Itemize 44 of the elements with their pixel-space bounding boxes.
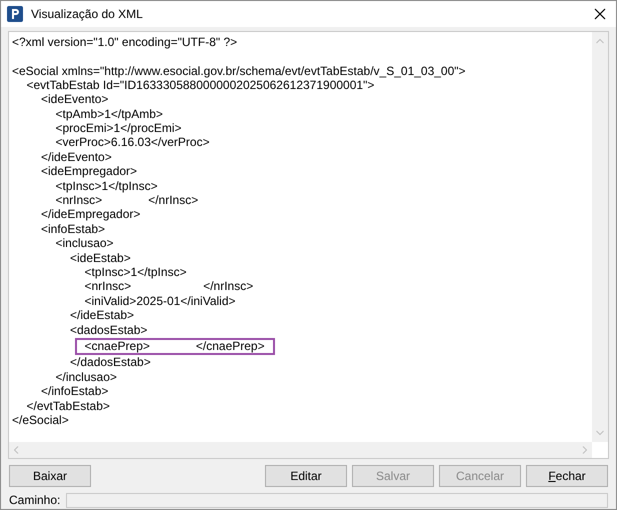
path-label: Caminho: [9, 492, 60, 509]
xml-close-tag: </infoEstab> [41, 384, 108, 400]
xml-open-tag: <inclusao> [56, 236, 114, 252]
xml-open-tag: <evtTabEstab Id="ID1633305880000002025062612371900001"> [26, 78, 374, 93]
xml-close-tag: </nrInsc> [203, 279, 254, 294]
xml-open-tag: <infoEstab> [41, 222, 106, 237]
vertical-scrollbar[interactable] [592, 32, 608, 442]
xml-text-area[interactable] [8, 31, 609, 459]
horizontal-scrollbar[interactable] [9, 442, 592, 458]
xml-open-tag: <ideEmpregador> [41, 164, 138, 180]
xml-open-tag: <dadosEstab> [70, 322, 148, 338]
xml-element-line: <tpAmb>1</tpAmb> [56, 106, 163, 122]
xml-open-tag: <eSocial xmlns="http://www.esocial.gov.br/schema/evt/evtTabEstab/v_S_01_03_00"> [12, 64, 466, 78]
dialog-button[interactable]: Baixar [9, 465, 91, 487]
xml-element-line: <verProc>6.16.03</verProc> [56, 135, 210, 150]
scroll-left-icon[interactable] [13, 446, 19, 454]
window-title: Visualização do XML [31, 6, 144, 23]
xml-close-tag: </ideEvento> [41, 150, 112, 165]
xml-declaration: <?xml version="1.0" encoding="UTF-8" ?> [12, 34, 238, 50]
xml-open-tag: <ideEstab> [70, 250, 131, 266]
app-logo-icon [7, 6, 23, 22]
xml-element-line: <iniValid>2025-01</iniValid> [84, 294, 236, 309]
dialog-button[interactable]: Fechar [526, 465, 608, 487]
scroll-down-icon[interactable] [596, 430, 604, 436]
xml-open-tag: <cnaePrep> [84, 338, 150, 354]
xml-close-tag: </ideEstab> [70, 308, 134, 324]
close-icon[interactable] [594, 8, 606, 20]
scroll-right-icon[interactable] [582, 446, 588, 454]
xml-close-tag: </nrInsc> [148, 193, 198, 208]
xml-element-line: <tpInsc>1</tpInsc> [84, 265, 187, 280]
xml-open-tag: <nrInsc> [84, 279, 132, 294]
xml-element-line: <procEmi>1</procEmi> [56, 121, 182, 136]
xml-close-tag: </inclusao> [56, 370, 117, 385]
xml-close-tag: </eSocial> [12, 412, 69, 428]
xml-close-tag: </cnaePrep> [196, 338, 265, 354]
xml-open-tag: <nrInsc> [56, 193, 102, 208]
xml-close-tag: </ideEmpregador> [41, 207, 140, 222]
xml-open-tag: <ideEvento> [41, 92, 108, 108]
xml-close-tag: </evtTabEstab> [26, 398, 110, 414]
scroll-up-icon[interactable] [596, 38, 604, 44]
path-field[interactable] [66, 492, 608, 508]
xml-close-tag: </dadosEstab> [70, 355, 151, 370]
xml-element-line: <tpInsc>1</tpInsc> [56, 178, 158, 194]
dialog-button[interactable]: Editar [265, 465, 347, 487]
